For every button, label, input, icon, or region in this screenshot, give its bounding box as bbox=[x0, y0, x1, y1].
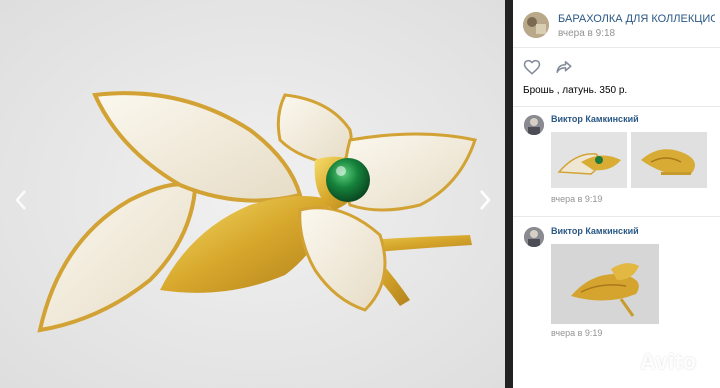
comment: Виктор Камкинский вчера в 9:19 bbox=[513, 112, 720, 212]
group-name-link[interactable]: БАРАХОЛКА ДЛЯ КОЛЛЕКЦИОНЕР... bbox=[558, 13, 715, 25]
divider bbox=[513, 216, 720, 217]
comment-author-link[interactable]: Виктор Камкинский bbox=[551, 226, 639, 236]
commenter-avatar[interactable] bbox=[524, 227, 544, 247]
avito-logo-icon bbox=[614, 352, 635, 373]
divider bbox=[513, 106, 720, 107]
brooch-photo bbox=[0, 0, 512, 388]
commenter-avatar-image bbox=[524, 227, 544, 247]
comment-time[interactable]: вчера в 9:19 bbox=[551, 194, 602, 204]
heart-icon bbox=[523, 59, 541, 75]
avito-watermark: Avito bbox=[610, 347, 697, 377]
post-description: Брошь , латунь. 350 р. bbox=[523, 85, 628, 96]
previous-photo-button[interactable] bbox=[6, 180, 36, 220]
commenter-avatar-image bbox=[524, 115, 544, 135]
share-icon bbox=[556, 61, 572, 73]
post-header: БАРАХОЛКА ДЛЯ КОЛЛЕКЦИОНЕР... вчера в 9:… bbox=[513, 0, 720, 44]
comment-photo[interactable] bbox=[551, 244, 659, 324]
group-avatar-image bbox=[523, 12, 549, 38]
comment-photo-image bbox=[551, 244, 659, 324]
share-button[interactable] bbox=[555, 58, 573, 76]
next-photo-button[interactable] bbox=[470, 180, 500, 220]
photo-viewer[interactable] bbox=[0, 0, 512, 388]
comment-photo[interactable] bbox=[551, 132, 627, 188]
group-avatar[interactable] bbox=[523, 12, 549, 38]
photo-viewer-window: БАРАХОЛКА ДЛЯ КОЛЛЕКЦИОНЕР... вчера в 9:… bbox=[0, 0, 720, 388]
avito-wordmark: Avito bbox=[640, 349, 697, 374]
comment-author-link[interactable]: Виктор Камкинский bbox=[551, 114, 639, 124]
divider bbox=[513, 47, 720, 48]
commenter-avatar[interactable] bbox=[524, 115, 544, 135]
like-button[interactable] bbox=[523, 58, 541, 76]
chevron-right-icon bbox=[480, 190, 491, 210]
viewer-edge bbox=[505, 0, 513, 388]
comment: Виктор Камкинский вчера в 9:19 bbox=[513, 224, 720, 344]
comment-photo-image bbox=[631, 132, 707, 188]
post-time[interactable]: вчера в 9:18 bbox=[558, 28, 615, 39]
post-panel: БАРАХОЛКА ДЛЯ КОЛЛЕКЦИОНЕР... вчера в 9:… bbox=[513, 0, 720, 388]
chevron-left-icon bbox=[15, 190, 26, 210]
comment-photo-image bbox=[551, 132, 627, 188]
comment-photo[interactable] bbox=[631, 132, 707, 188]
comment-time[interactable]: вчера в 9:19 bbox=[551, 328, 602, 338]
